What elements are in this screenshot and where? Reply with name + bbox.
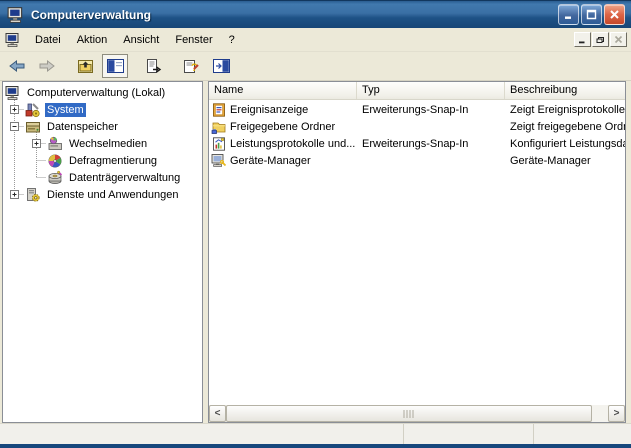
scrollbar-thumb[interactable] bbox=[226, 405, 592, 422]
performance-logs-icon bbox=[211, 136, 227, 152]
list-cell-beschreibung: Konfiguriert Leistungsdat bbox=[505, 138, 625, 150]
list-cell-name: Freigegebene Ordner bbox=[230, 121, 335, 133]
tree-item-wechselmedien[interactable]: Wechselmedien bbox=[3, 135, 202, 152]
tree-item-datenspeicher[interactable]: Datenspeicher bbox=[3, 118, 202, 135]
tree-item-label[interactable]: Datenträgerverwaltung bbox=[67, 171, 182, 185]
list-cell-beschreibung: Zeigt Ereignisprotokolle a bbox=[505, 104, 625, 116]
back-button[interactable] bbox=[4, 54, 30, 78]
list-row-freigegebene-ordner[interactable]: Freigegebene Ordner Zeigt freigegebene O… bbox=[209, 118, 625, 135]
help-doc-icon: ? bbox=[182, 58, 201, 75]
list-cell-beschreibung: Zeigt freigegebene Ordn bbox=[505, 121, 625, 133]
tree-item-datentraegerverwaltung[interactable]: Datenträgerverwaltung bbox=[3, 169, 202, 186]
column-header-typ[interactable]: Typ bbox=[357, 82, 505, 99]
list-row-geraete-manager[interactable]: Geräte-Manager Geräte-Manager bbox=[209, 152, 625, 169]
up-folder-icon bbox=[76, 58, 95, 75]
services-icon bbox=[25, 187, 41, 203]
maximize-button[interactable] bbox=[581, 4, 602, 25]
close-button[interactable] bbox=[604, 4, 625, 25]
list-cell-name: Leistungsprotokolle und... bbox=[230, 138, 355, 150]
list-column-headers: Name Typ Beschreibung bbox=[209, 82, 625, 100]
storage-icon bbox=[25, 119, 41, 135]
close-icon bbox=[614, 35, 623, 44]
list-row-ereignisanzeige[interactable]: Ereignisanzeige Erweiterungs-Snap-In Zei… bbox=[209, 101, 625, 118]
tree-item-label[interactable]: Defragmentierung bbox=[67, 154, 159, 168]
menu-fenster[interactable]: Fenster bbox=[167, 31, 220, 49]
main-area: Computerverwaltung (Lokal) System bbox=[0, 81, 631, 423]
window-title: Computerverwaltung bbox=[31, 8, 558, 22]
scrollbar-grip-icon bbox=[404, 410, 415, 418]
menu-datei[interactable]: Datei bbox=[27, 31, 69, 49]
show-hide-action-pane-button[interactable] bbox=[208, 54, 234, 78]
computer-icon bbox=[5, 32, 21, 48]
forward-button[interactable] bbox=[34, 54, 60, 78]
horizontal-scrollbar: < > bbox=[209, 405, 625, 422]
event-viewer-icon bbox=[211, 102, 227, 118]
column-header-name[interactable]: Name bbox=[209, 82, 357, 99]
tree-item-label-selected[interactable]: System bbox=[45, 103, 86, 117]
tree-toggle-icon bbox=[106, 58, 125, 74]
statusbar bbox=[0, 423, 631, 444]
tree-item-label[interactable]: Dienste und Anwendungen bbox=[45, 188, 181, 202]
results-list-pane: Name Typ Beschreibung Ereignisanzei bbox=[208, 81, 626, 423]
titlebar[interactable]: Computerverwaltung bbox=[0, 0, 631, 28]
list-cell-typ: Erweiterungs-Snap-In bbox=[357, 104, 505, 116]
menu-hilfe[interactable]: ? bbox=[221, 31, 243, 49]
statusbar-panel bbox=[404, 424, 534, 444]
tree-item-label[interactable]: Datenspeicher bbox=[45, 120, 120, 134]
list-cell-name: Ereignisanzeige bbox=[230, 104, 308, 116]
minimize-icon bbox=[563, 9, 574, 20]
list-row-leistungsprotokolle[interactable]: Leistungsprotokolle und... Erweiterungs-… bbox=[209, 135, 625, 152]
back-arrow-icon bbox=[8, 58, 26, 74]
system-tools-icon bbox=[25, 102, 41, 118]
scrollbar-track[interactable] bbox=[226, 405, 608, 422]
show-hide-console-tree-button[interactable] bbox=[102, 54, 128, 78]
console-tree-pane: Computerverwaltung (Lokal) System bbox=[2, 81, 203, 423]
minimize-button[interactable] bbox=[558, 4, 579, 25]
export-list-button[interactable] bbox=[140, 54, 166, 78]
tree-item-computerverwaltung[interactable]: Computerverwaltung (Lokal) bbox=[3, 84, 202, 101]
export-list-icon bbox=[144, 58, 163, 75]
close-icon bbox=[609, 9, 620, 20]
tree-item-system[interactable]: System bbox=[3, 101, 202, 118]
tree-item-defragmentierung[interactable]: Defragmentierung bbox=[3, 152, 202, 169]
statusbar-panel bbox=[0, 424, 404, 444]
tree-item-label[interactable]: Computerverwaltung (Lokal) bbox=[25, 86, 167, 100]
device-manager-icon bbox=[211, 153, 227, 169]
mdi-minimize-button[interactable] bbox=[574, 32, 591, 47]
pane-toggle-icon bbox=[212, 58, 231, 74]
tree-item-dienste-und-anwendungen[interactable]: Dienste und Anwendungen bbox=[3, 186, 202, 203]
up-one-level-button[interactable] bbox=[72, 54, 98, 78]
chevron-left-icon: < bbox=[215, 409, 221, 419]
chevron-right-icon: > bbox=[614, 409, 620, 419]
menu-ansicht[interactable]: Ansicht bbox=[115, 31, 167, 49]
menubar: Datei Aktion Ansicht Fenster ? bbox=[0, 28, 631, 52]
list-rows: Ereignisanzeige Erweiterungs-Snap-In Zei… bbox=[209, 100, 625, 405]
forward-arrow-icon bbox=[38, 58, 56, 74]
restore-icon bbox=[596, 35, 605, 44]
scroll-right-button[interactable]: > bbox=[608, 405, 625, 422]
list-cell-typ: Erweiterungs-Snap-In bbox=[357, 138, 505, 150]
menu-aktion[interactable]: Aktion bbox=[69, 31, 116, 49]
mdi-restore-button[interactable] bbox=[592, 32, 609, 47]
column-header-beschreibung[interactable]: Beschreibung bbox=[505, 82, 625, 99]
list-cell-name: Geräte-Manager bbox=[230, 155, 311, 167]
toolbar: ? bbox=[0, 52, 631, 81]
computer-management-window: Computerverwaltung Datei Aktion Ansicht … bbox=[0, 0, 631, 448]
list-cell-beschreibung: Geräte-Manager bbox=[505, 155, 625, 167]
disk-management-icon bbox=[47, 170, 63, 186]
defragment-icon bbox=[47, 153, 63, 169]
computer-icon bbox=[7, 6, 25, 24]
minimize-icon bbox=[578, 35, 587, 44]
mdi-close-button[interactable] bbox=[610, 32, 627, 47]
tree: Computerverwaltung (Lokal) System bbox=[3, 82, 202, 203]
computer-icon bbox=[5, 85, 21, 101]
removable-media-icon bbox=[47, 136, 63, 152]
statusbar-panel bbox=[534, 424, 631, 444]
maximize-icon bbox=[586, 9, 597, 20]
scroll-left-button[interactable]: < bbox=[209, 405, 226, 422]
help-button[interactable]: ? bbox=[178, 54, 204, 78]
tree-item-label[interactable]: Wechselmedien bbox=[67, 137, 149, 151]
shared-folders-icon bbox=[211, 119, 227, 135]
